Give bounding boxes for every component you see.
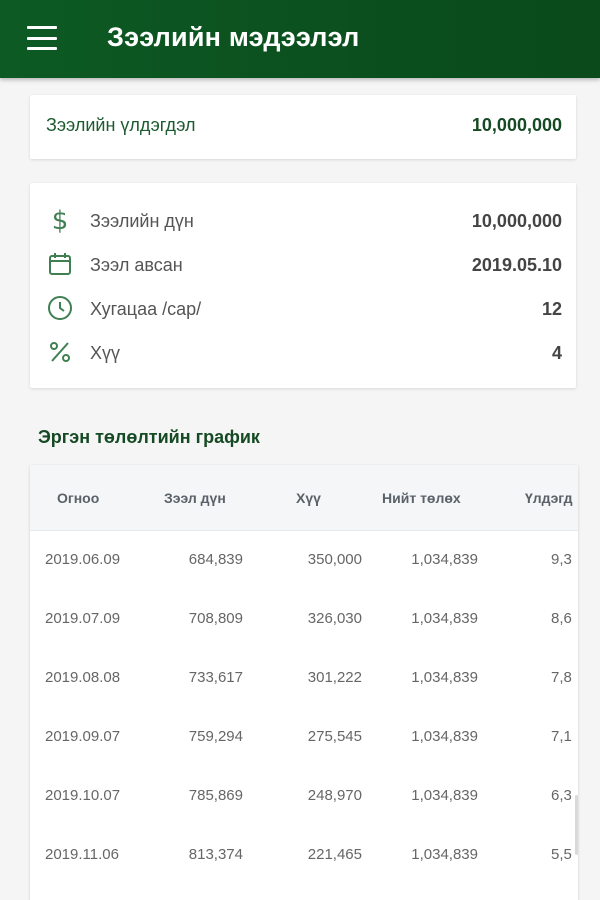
detail-value: 4 bbox=[551, 343, 562, 363]
detail-value: 10,000,000 bbox=[471, 211, 562, 231]
cell-balance: 9,3 bbox=[551, 551, 572, 568]
cell-total: 1,034,839 bbox=[411, 787, 478, 804]
detail-label: Хугацаа /сар/ bbox=[90, 299, 202, 319]
cell-interest: 326,030 bbox=[307, 610, 362, 627]
detail-label: Хүү bbox=[90, 343, 121, 363]
table-header: Огноо Зээл дүн Хүү Нийт төлөх Үлдэгд bbox=[30, 465, 578, 531]
column-header-interest: Хүү bbox=[296, 490, 321, 506]
cell-principal: 733,617 bbox=[188, 669, 243, 686]
cell-interest: 248,970 bbox=[307, 787, 362, 804]
table-row: 2019.09.07 759,294 275,545 1,034,839 7,1 bbox=[30, 708, 578, 767]
column-header-total: Нийт төлөх bbox=[382, 490, 461, 506]
table-row: 2019.08.08 733,617 301,222 1,034,839 7,8 bbox=[30, 649, 578, 708]
cell-balance: 6,3 bbox=[551, 787, 572, 804]
cell-principal: 708,809 bbox=[188, 610, 243, 627]
cell-total: 1,034,839 bbox=[411, 669, 478, 686]
cell-date: 2019.10.07 bbox=[45, 787, 121, 804]
table-row: 2019.06.09 684,839 350,000 1,034,839 9,3 bbox=[30, 531, 578, 590]
table-row: 2019.11.06 813,374 221,465 1,034,839 5,5 bbox=[30, 826, 578, 885]
cell-date: 2019.08.08 bbox=[45, 669, 121, 686]
detail-row-date: Зээл авсан 2019.05.10 bbox=[30, 250, 576, 280]
cell-principal: 759,294 bbox=[188, 728, 243, 745]
repayment-schedule-table[interactable]: Огноо Зээл дүн Хүү Нийт төлөх Үлдэгд 201… bbox=[30, 465, 578, 900]
scrollbar[interactable] bbox=[575, 795, 578, 855]
detail-row-amount: $ Зээлийн дүн 10,000,000 bbox=[30, 206, 576, 236]
balance-value: 10,000,000 bbox=[471, 115, 562, 135]
cell-total: 1,034,839 bbox=[411, 846, 478, 863]
column-header-date: Огноо bbox=[57, 490, 100, 506]
dollar-icon: $ bbox=[46, 206, 74, 234]
svg-text:$: $ bbox=[52, 206, 69, 234]
cell-total: 1,034,839 bbox=[411, 728, 478, 745]
detail-label: Зээл авсан bbox=[90, 255, 183, 275]
cell-balance: 8,6 bbox=[551, 610, 572, 627]
column-header-principal: Зээл дүн bbox=[164, 490, 226, 506]
detail-row-term: Хугацаа /сар/ 12 bbox=[30, 294, 576, 324]
loan-details-card: $ Зээлийн дүн 10,000,000 Зээл авсан 2019… bbox=[30, 183, 576, 388]
balance-card: Зээлийн үлдэгдэл 10,000,000 bbox=[30, 95, 576, 159]
cell-balance: 5,5 bbox=[551, 846, 572, 863]
cell-date: 2019.11.06 bbox=[45, 846, 119, 863]
cell-date: 2019.07.09 bbox=[45, 610, 121, 627]
hamburger-menu-icon[interactable] bbox=[27, 26, 57, 50]
cell-interest: 350,000 bbox=[307, 551, 362, 568]
detail-value: 12 bbox=[541, 299, 562, 319]
cell-interest: 275,545 bbox=[307, 728, 362, 745]
cell-balance: 7,8 bbox=[551, 669, 572, 686]
cell-balance: 7,1 bbox=[551, 728, 572, 745]
column-header-balance: Үлдэгд bbox=[525, 490, 573, 506]
cell-interest: 221,465 bbox=[307, 846, 362, 863]
percent-icon bbox=[46, 338, 74, 366]
table-row: 2019.10.07 785,869 248,970 1,034,839 6,3 bbox=[30, 767, 578, 826]
schedule-title: Эргэн төлөлтийн график bbox=[38, 427, 260, 447]
detail-value: 2019.05.10 bbox=[471, 255, 562, 275]
cell-date: 2019.09.07 bbox=[45, 728, 121, 745]
cell-interest: 301,222 bbox=[307, 669, 362, 686]
detail-row-interest: Хүү 4 bbox=[30, 338, 576, 368]
clock-icon bbox=[46, 294, 74, 322]
cell-principal: 684,839 bbox=[188, 551, 243, 568]
cell-principal: 785,869 bbox=[188, 787, 243, 804]
detail-label: Зээлийн дүн bbox=[90, 211, 194, 231]
calendar-icon bbox=[46, 250, 74, 278]
cell-date: 2019.06.09 bbox=[45, 551, 121, 568]
app-bar: Зээлийн мэдээлэл bbox=[0, 0, 600, 78]
cell-total: 1,034,839 bbox=[411, 610, 478, 627]
cell-principal: 813,374 bbox=[188, 846, 243, 863]
balance-label: Зээлийн үлдэгдэл bbox=[46, 115, 196, 135]
page-title: Зээлийн мэдээлэл bbox=[107, 22, 360, 52]
table-row: 2019.07.09 708,809 326,030 1,034,839 8,6 bbox=[30, 590, 578, 649]
cell-total: 1,034,839 bbox=[411, 551, 478, 568]
